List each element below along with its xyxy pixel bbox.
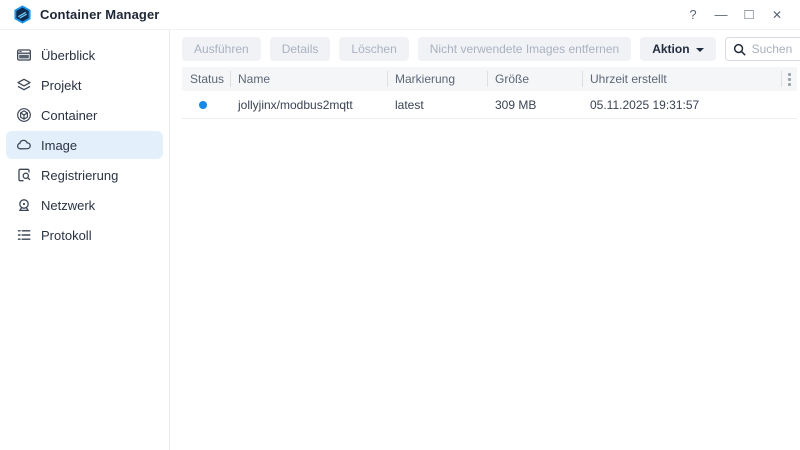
images-table: Status Name Markierung Größe Uhrzeit ers… — [182, 67, 797, 119]
network-icon — [16, 197, 32, 213]
sidebar-item-label: Image — [41, 137, 78, 153]
sidebar-item-label: Projekt — [41, 77, 82, 93]
action-dropdown-button[interactable]: Aktion — [640, 37, 716, 61]
container-icon — [16, 107, 32, 123]
column-header-markierung[interactable]: Markierung — [387, 67, 487, 91]
status-cell — [182, 100, 230, 109]
search-icon — [733, 43, 746, 56]
sidebar-item-label: Netzwerk — [41, 197, 96, 213]
details-button[interactable]: Details — [269, 37, 331, 61]
minimize-button[interactable]: — — [710, 4, 732, 26]
list-icon — [16, 227, 32, 243]
cloud-icon — [16, 137, 32, 153]
table-row[interactable]: jollyjinx/modbus2mqtt latest 309 MB 05.1… — [182, 91, 797, 119]
registry-icon — [16, 167, 32, 183]
table-header: Status Name Markierung Größe Uhrzeit ers… — [182, 67, 797, 91]
sidebar-item-label: Registrierung — [41, 167, 119, 183]
prune-images-button[interactable]: Nicht verwendete Images entfernen — [417, 37, 632, 61]
column-header-uhrzeit[interactable]: Uhrzeit erstellt — [582, 67, 781, 91]
layers-icon — [16, 77, 32, 93]
column-settings-button[interactable] — [781, 67, 797, 91]
column-header-name[interactable]: Name — [230, 67, 387, 91]
app-title: Container Manager — [40, 7, 160, 22]
image-tag-cell: latest — [395, 97, 424, 112]
toolbar: Ausführen Details Löschen Nicht verwende… — [182, 37, 800, 61]
sidebar-item-image[interactable]: Image — [6, 131, 163, 159]
action-dropdown-label: Aktion — [652, 42, 690, 56]
chevron-down-icon — [695, 47, 704, 52]
sidebar-item-netzwerk[interactable]: Netzwerk — [6, 191, 163, 219]
search-box[interactable] — [724, 37, 800, 61]
sidebar-item-container[interactable]: Container — [6, 101, 163, 129]
delete-button[interactable]: Löschen — [339, 37, 409, 61]
window-controls: ? — □ ✕ — [682, 4, 788, 26]
sidebar-item-registrierung[interactable]: Registrierung — [6, 161, 163, 189]
sidebar-item-protokoll[interactable]: Protokoll — [6, 221, 163, 249]
column-header-groesse[interactable]: Größe — [487, 67, 582, 91]
sidebar-item-label: Container — [41, 107, 98, 123]
sidebar-item-label: Überblick — [41, 47, 96, 63]
app-logo-icon — [13, 5, 32, 24]
sidebar-item-ueberblick[interactable]: Überblick — [6, 41, 163, 69]
help-button[interactable]: ? — [682, 4, 704, 26]
maximize-button[interactable]: □ — [738, 3, 760, 25]
close-button[interactable]: ✕ — [766, 4, 788, 26]
sidebar-item-projekt[interactable]: Projekt — [6, 71, 163, 99]
search-input[interactable] — [751, 42, 800, 56]
main-panel: Ausführen Details Löschen Nicht verwende… — [170, 30, 800, 450]
kebab-menu-icon — [787, 72, 791, 86]
sidebar: Überblick Projekt Container Image Regist… — [0, 30, 170, 450]
app-window: Container Manager ? — □ ✕ Überblick Proj… — [0, 0, 800, 450]
sidebar-item-label: Protokoll — [41, 227, 92, 243]
image-name-cell: jollyjinx/modbus2mqtt — [238, 97, 353, 112]
image-created-cell: 05.11.2025 19:31:57 — [590, 97, 700, 112]
status-dot — [199, 100, 207, 109]
column-header-status[interactable]: Status — [182, 67, 230, 91]
overview-icon — [16, 47, 32, 63]
run-button[interactable]: Ausführen — [182, 37, 261, 61]
image-size-cell: 309 MB — [495, 97, 537, 112]
titlebar: Container Manager ? — □ ✕ — [0, 0, 800, 30]
